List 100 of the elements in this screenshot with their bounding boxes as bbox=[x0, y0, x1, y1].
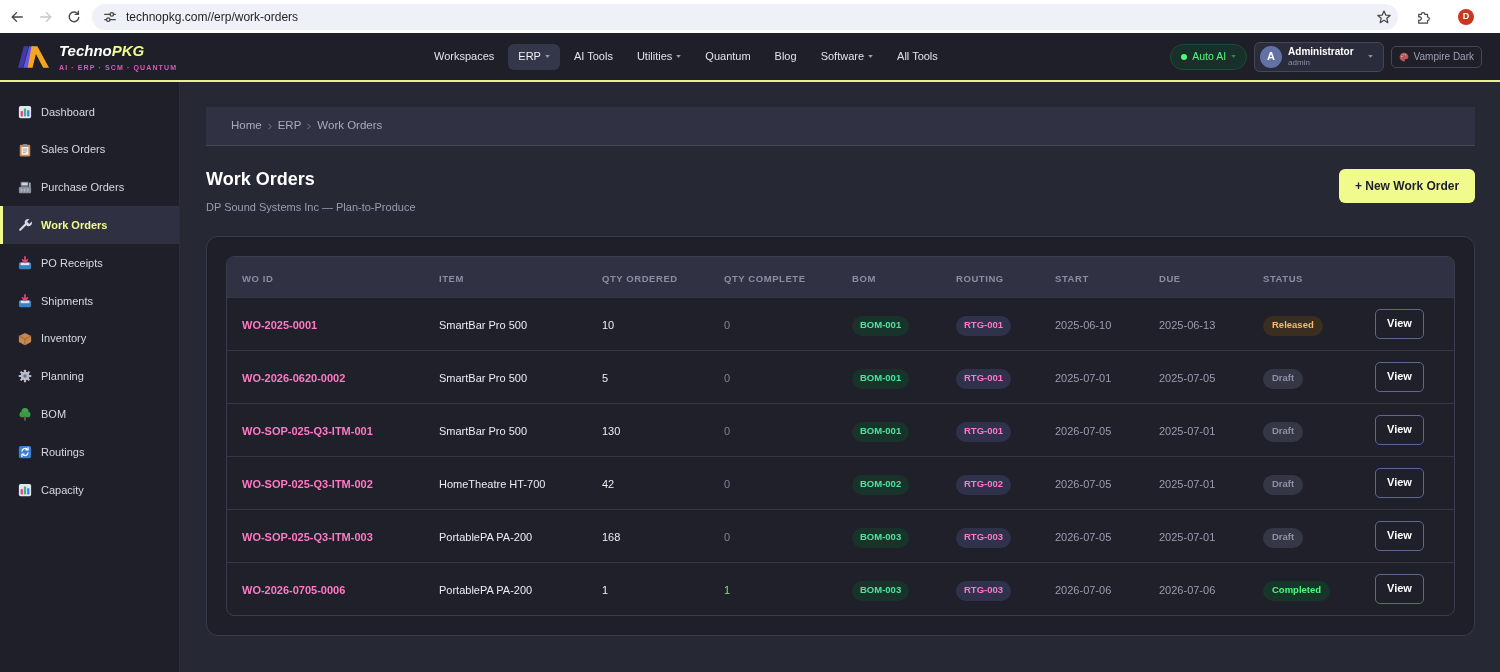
work-order-link[interactable]: WO-SOP-025-Q3-ITM-002 bbox=[242, 477, 373, 490]
table-cell: 0 bbox=[724, 477, 731, 490]
work-order-link[interactable]: WO-2025-0001 bbox=[242, 318, 318, 331]
bom-badge: BOM-001 bbox=[852, 315, 910, 336]
wrench-icon bbox=[18, 218, 32, 233]
table-cell: 5 bbox=[602, 371, 609, 384]
column-header: WO ID bbox=[242, 272, 274, 284]
table-cell: 2025-07-01 bbox=[1055, 371, 1112, 384]
sidebar-item[interactable]: Inventory bbox=[0, 319, 179, 358]
bom-badge: BOM-003 bbox=[852, 527, 910, 548]
palette-icon bbox=[1398, 51, 1409, 62]
bom-badge: BOM-001 bbox=[852, 421, 910, 442]
nav-tab[interactable]: Software bbox=[810, 43, 884, 70]
user-avatar: A bbox=[1260, 45, 1283, 68]
nav-tab[interactable]: All Tools bbox=[887, 43, 948, 70]
star-icon[interactable] bbox=[1377, 9, 1391, 24]
table-cell: PortablePA PA-200 bbox=[439, 530, 533, 543]
column-header: QTY COMPLETE bbox=[724, 272, 806, 284]
auto-ai-toggle[interactable]: Auto AI bbox=[1170, 43, 1248, 70]
routing-badge: RTG-003 bbox=[956, 527, 1012, 548]
sidebar-item[interactable]: Dashboard bbox=[0, 93, 179, 131]
user-role: admin bbox=[1288, 58, 1310, 67]
view-button[interactable]: View bbox=[1375, 467, 1424, 498]
brand-name: TechnoPKG bbox=[59, 42, 145, 58]
table-cell: 0 bbox=[724, 424, 731, 437]
table-cell: 0 bbox=[724, 530, 731, 543]
nav-tab[interactable]: Blog bbox=[764, 43, 807, 70]
work-order-link[interactable]: WO-2026-0705-0006 bbox=[242, 583, 346, 596]
sidebar-item[interactable]: Shipments bbox=[0, 282, 179, 320]
new-work-order-button[interactable]: + New Work Order bbox=[1339, 169, 1475, 203]
view-button[interactable]: View bbox=[1375, 361, 1424, 392]
status-badge: Completed bbox=[1263, 580, 1331, 601]
gear-icon bbox=[18, 369, 32, 384]
column-header: ITEM bbox=[439, 272, 464, 284]
sidebar-item[interactable]: Routings bbox=[0, 433, 179, 471]
chevron-right-icon bbox=[267, 122, 272, 130]
view-button[interactable]: View bbox=[1375, 520, 1424, 551]
cash-register-icon bbox=[18, 180, 32, 195]
status-badge: Draft bbox=[1263, 368, 1304, 389]
breadcrumb-link[interactable]: Home bbox=[231, 117, 262, 135]
inbox-tray-icon bbox=[18, 293, 32, 308]
nav-tab[interactable]: Utilities bbox=[626, 43, 692, 70]
nav-tab[interactable]: ERP bbox=[508, 43, 560, 70]
nav-tab[interactable]: Workspaces bbox=[424, 43, 505, 70]
sidebar-item[interactable]: Capacity bbox=[0, 470, 179, 509]
table-cell: 2025-07-05 bbox=[1159, 371, 1216, 384]
bom-badge: BOM-001 bbox=[852, 368, 910, 389]
table-cell: SmartBar Pro 500 bbox=[439, 371, 528, 384]
sidebar-item[interactable]: PO Receipts bbox=[0, 244, 179, 282]
profile-avatar[interactable]: D bbox=[1458, 8, 1474, 25]
status-badge: Released bbox=[1263, 315, 1323, 336]
sidebar-item[interactable]: Planning bbox=[0, 357, 179, 396]
reload-icon[interactable] bbox=[67, 9, 81, 24]
nav-tab[interactable]: Quantum bbox=[695, 43, 761, 70]
table-cell: HomeTheatre HT-700 bbox=[439, 477, 546, 490]
table-cell: PortablePA PA-200 bbox=[439, 583, 533, 596]
puzzle-icon[interactable] bbox=[1417, 9, 1431, 24]
view-button[interactable]: View bbox=[1375, 414, 1424, 445]
routing-badge: RTG-001 bbox=[956, 421, 1012, 442]
work-order-link[interactable]: WO-SOP-025-Q3-ITM-001 bbox=[242, 424, 373, 437]
back-arrow-icon[interactable] bbox=[10, 9, 24, 24]
routing-badge: RTG-002 bbox=[956, 474, 1012, 495]
caret-icon bbox=[1231, 55, 1237, 58]
table-cell: 0 bbox=[724, 371, 731, 384]
table-cell: 2025-07-01 bbox=[1159, 530, 1216, 543]
sidebar-item[interactable]: BOM bbox=[0, 395, 179, 434]
clipboard-icon bbox=[18, 142, 32, 157]
table-cell: 2025-06-10 bbox=[1055, 318, 1112, 331]
work-order-link[interactable]: WO-SOP-025-Q3-ITM-003 bbox=[242, 530, 373, 543]
table-cell: 2026-07-05 bbox=[1055, 424, 1112, 437]
table-cell: SmartBar Pro 500 bbox=[439, 424, 528, 437]
sidebar-item[interactable]: Sales Orders bbox=[0, 130, 179, 169]
user-name: Administrator bbox=[1288, 46, 1354, 57]
site-settings-icon[interactable] bbox=[103, 9, 117, 24]
table-cell: 2026-07-05 bbox=[1055, 530, 1112, 543]
table-cell: 2026-07-06 bbox=[1159, 583, 1216, 596]
tree-icon bbox=[18, 407, 32, 422]
nav-tab[interactable]: AI Tools bbox=[563, 43, 623, 70]
breadcrumb-link[interactable]: ERP bbox=[277, 117, 302, 135]
table-cell: 2025-07-01 bbox=[1159, 477, 1216, 490]
theme-button[interactable]: Vampire Dark bbox=[1390, 45, 1482, 68]
box-icon bbox=[18, 331, 32, 346]
table-cell: 10 bbox=[602, 318, 615, 331]
view-button[interactable]: View bbox=[1375, 573, 1424, 604]
address-bar[interactable]: technopkg.com//erp/work-orders bbox=[92, 3, 1398, 30]
status-badge: Draft bbox=[1263, 474, 1304, 495]
page-title: Work Orders bbox=[206, 168, 315, 190]
status-badge: Draft bbox=[1263, 421, 1304, 442]
table-cell: SmartBar Pro 500 bbox=[439, 318, 528, 331]
table-cell: 1 bbox=[724, 583, 731, 596]
sidebar-item[interactable]: Purchase Orders bbox=[0, 168, 179, 207]
routing-badge: RTG-001 bbox=[956, 315, 1012, 336]
table-cell: 168 bbox=[602, 530, 621, 543]
work-order-link[interactable]: WO-2026-0620-0002 bbox=[242, 371, 346, 384]
logo-icon[interactable] bbox=[18, 45, 49, 68]
view-button[interactable]: View bbox=[1375, 308, 1424, 339]
user-menu[interactable]: A Administrator admin bbox=[1254, 41, 1384, 72]
sidebar-item[interactable]: Work Orders bbox=[0, 206, 179, 245]
column-header: START bbox=[1055, 272, 1089, 284]
table-cell: 130 bbox=[602, 424, 621, 437]
